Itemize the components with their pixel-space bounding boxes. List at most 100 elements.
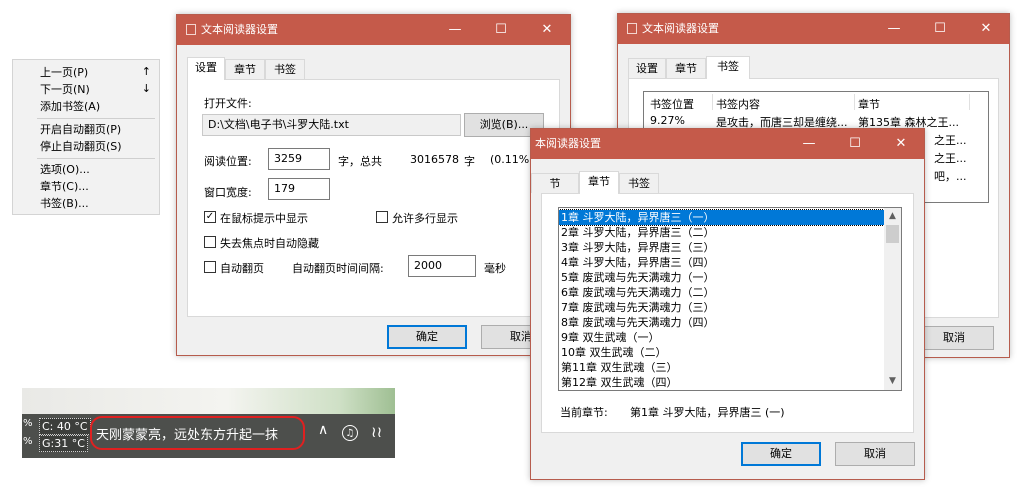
minimize-button[interactable]: — bbox=[432, 15, 478, 45]
total-count: 3016578 bbox=[410, 153, 459, 166]
tab-chapters[interactable]: 章节 bbox=[666, 58, 706, 78]
ok-button[interactable]: 确定 bbox=[387, 325, 467, 349]
chapter-list-item[interactable]: 第11章 双生武魂（三） bbox=[559, 360, 884, 375]
hide-on-blur-label: 失去焦点时自动隐藏 bbox=[220, 237, 319, 250]
chapter-list-item[interactable]: 10章 双生武魂（二） bbox=[559, 345, 884, 360]
bookmark-chapter[interactable]: 吧，... bbox=[934, 168, 967, 184]
chapter-list-item[interactable]: 5章 废武魂与先天满魂力（一） bbox=[559, 270, 884, 285]
close-button[interactable]: ✕ bbox=[878, 129, 924, 159]
menu-item-stop-auto-page[interactable]: 停止自动翻页(S) bbox=[40, 138, 122, 155]
ok-button[interactable]: 确定 bbox=[741, 442, 821, 466]
chapter-list-item[interactable]: 3章 斗罗大陆，异界唐三（三） bbox=[559, 240, 884, 255]
cancel-button[interactable]: 取消 bbox=[914, 326, 994, 350]
tab-chapters[interactable]: 章节 bbox=[579, 171, 619, 194]
tab-strip: 节 章节 书签 bbox=[531, 171, 731, 194]
tab-strip: 设置 章节 书签 bbox=[628, 56, 828, 79]
column-divider bbox=[854, 94, 855, 110]
show-in-tooltip-checkbox[interactable]: ✓ bbox=[204, 211, 216, 223]
music-note-icon[interactable]: ♫ bbox=[342, 425, 358, 441]
maximize-button[interactable]: ☐ bbox=[917, 14, 963, 44]
tab-settings[interactable]: 节 bbox=[531, 173, 579, 193]
tab-settings[interactable]: 设置 bbox=[628, 58, 666, 78]
percent-sign: % bbox=[23, 436, 33, 447]
chapter-panel: 1章 斗罗大陆，异界唐三（一） 2章 斗罗大陆，异界唐三（二） 3章 斗罗大陆，… bbox=[541, 193, 914, 433]
window-title: 文本阅读器设置 bbox=[201, 23, 278, 36]
vertical-scrollbar[interactable]: ▲ ▼ bbox=[884, 208, 901, 390]
chapter-list[interactable]: 1章 斗罗大陆，异界唐三（一） 2章 斗罗大陆，异界唐三（二） 3章 斗罗大陆，… bbox=[558, 207, 902, 391]
window-title: 本阅读器设置 bbox=[535, 137, 601, 150]
column-header-chapter[interactable]: 章节 bbox=[858, 96, 880, 112]
read-percent: (0.11%) bbox=[490, 153, 534, 166]
chapter-list-item[interactable]: 7章 废武魂与先天满魂力（三） bbox=[559, 300, 884, 315]
hide-on-blur-checkbox[interactable] bbox=[204, 236, 216, 248]
column-divider bbox=[712, 94, 713, 110]
chapter-list-item[interactable]: 8章 废武魂与先天满魂力（四） bbox=[559, 315, 884, 330]
cancel-button[interactable]: 取消 bbox=[835, 442, 915, 466]
bookmark-chapter[interactable]: 之王... bbox=[934, 132, 967, 148]
chapter-list-item[interactable]: 9章 双生武魂（一） bbox=[559, 330, 884, 345]
menu-item-options[interactable]: 选项(O)... bbox=[40, 161, 90, 178]
tab-chapters[interactable]: 章节 bbox=[225, 59, 265, 79]
taskbar-snippet: % % C: 40 °C G:31 °C 天刚蒙蒙亮，远处东方升起一抹 ∧ ♫ … bbox=[22, 388, 395, 458]
auto-page-checkbox[interactable] bbox=[204, 261, 216, 273]
menu-item-start-auto-page[interactable]: 开启自动翻页(P) bbox=[40, 121, 121, 138]
column-header-content[interactable]: 书签内容 bbox=[716, 96, 760, 112]
column-divider bbox=[969, 94, 970, 110]
chapter-list-item[interactable]: 4章 斗罗大陆，异界唐三（四） bbox=[559, 255, 884, 270]
title-bar: 本阅读器设置 — ☐ ✕ bbox=[531, 129, 924, 159]
scroll-up-icon[interactable]: ▲ bbox=[884, 208, 901, 225]
tab-bookmarks[interactable]: 书签 bbox=[619, 173, 659, 193]
maximize-button[interactable]: ☐ bbox=[832, 129, 878, 159]
scroll-down-icon[interactable]: ▼ bbox=[884, 373, 901, 390]
chevron-up-icon[interactable]: ∧ bbox=[318, 422, 328, 438]
show-in-tooltip-label: 在鼠标提示中显示 bbox=[220, 212, 308, 225]
minimize-button[interactable]: — bbox=[786, 129, 832, 159]
tab-settings[interactable]: 设置 bbox=[187, 57, 225, 80]
chapter-list-item[interactable]: 1章 斗罗大陆，异界唐三（一） bbox=[559, 209, 885, 226]
app-icon bbox=[627, 23, 637, 34]
bookmark-position[interactable]: 9.27% bbox=[650, 114, 685, 127]
wallpaper-strip bbox=[22, 388, 395, 414]
maximize-button[interactable]: ☐ bbox=[478, 15, 524, 45]
current-chapter-label: 当前章节: bbox=[560, 406, 608, 419]
bookmark-chapter[interactable]: 之王... bbox=[934, 150, 967, 166]
column-header-position[interactable]: 书签位置 bbox=[650, 96, 694, 112]
window-width-label: 窗口宽度: bbox=[204, 186, 252, 199]
chapter-list-item[interactable]: 2章 斗罗大陆，异界唐三（二） bbox=[559, 225, 884, 240]
menu-separator bbox=[37, 158, 155, 159]
minimize-button[interactable]: — bbox=[871, 14, 917, 44]
settings-window: 文本阅读器设置 — ☐ ✕ 设置 章节 书签 打开文件: D:\文档\电子书\斗… bbox=[176, 14, 571, 356]
interval-input[interactable]: 2000 bbox=[408, 255, 476, 277]
chapter-list-item[interactable]: 第12章 双生武魂（四） bbox=[559, 375, 884, 390]
chapter-list-item[interactable]: 6章 废武魂与先天满魂力（二） bbox=[559, 285, 884, 300]
close-button[interactable]: ✕ bbox=[963, 14, 1009, 44]
current-chapter-value: 第1章 斗罗大陆，异界唐三 (一) bbox=[630, 406, 785, 419]
gpu-temp: G:31 °C bbox=[39, 435, 88, 452]
read-position-input[interactable]: 3259 bbox=[268, 148, 330, 170]
file-path-field[interactable]: D:\文档\电子书\斗罗大陆.txt bbox=[202, 114, 461, 136]
open-file-label: 打开文件: bbox=[204, 97, 252, 110]
multiline-label: 允许多行显示 bbox=[392, 212, 458, 225]
scrollbar-thumb[interactable] bbox=[886, 225, 899, 243]
menu-item-chapters[interactable]: 章节(C)... bbox=[40, 178, 89, 195]
title-bar: 文本阅读器设置 — ☐ ✕ bbox=[177, 15, 570, 45]
context-menu: 上一页(P) ↑ 下一页(N) ↓ 添加书签(A) 开启自动翻页(P) 停止自动… bbox=[12, 59, 160, 215]
audio-wave-icon[interactable]: ≀≀ bbox=[371, 423, 382, 441]
multiline-checkbox[interactable] bbox=[376, 211, 388, 223]
menu-item-next-page[interactable]: 下一页(N) bbox=[40, 81, 90, 98]
title-bar: 文本阅读器设置 — ☐ ✕ bbox=[618, 14, 1009, 44]
window-title: 文本阅读器设置 bbox=[642, 22, 719, 35]
tab-strip: 设置 章节 书签 bbox=[187, 57, 387, 80]
menu-item-prev-page[interactable]: 上一页(P) bbox=[40, 64, 88, 81]
tab-bookmarks[interactable]: 书签 bbox=[706, 56, 750, 79]
window-width-input[interactable]: 179 bbox=[268, 178, 330, 200]
reader-text[interactable]: 天刚蒙蒙亮，远处东方升起一抹 bbox=[96, 424, 278, 443]
menu-item-add-bookmark[interactable]: 添加书签(A) bbox=[40, 98, 100, 115]
percent-sign: % bbox=[23, 418, 33, 429]
tab-bookmarks[interactable]: 书签 bbox=[265, 59, 305, 79]
menu-item-bookmarks[interactable]: 书签(B)... bbox=[40, 195, 89, 212]
close-button[interactable]: ✕ bbox=[524, 15, 570, 45]
read-position-label: 阅读位置: bbox=[204, 155, 252, 168]
total-prefix: 字，总共 bbox=[338, 155, 382, 168]
down-arrow-icon: ↓ bbox=[141, 82, 151, 95]
